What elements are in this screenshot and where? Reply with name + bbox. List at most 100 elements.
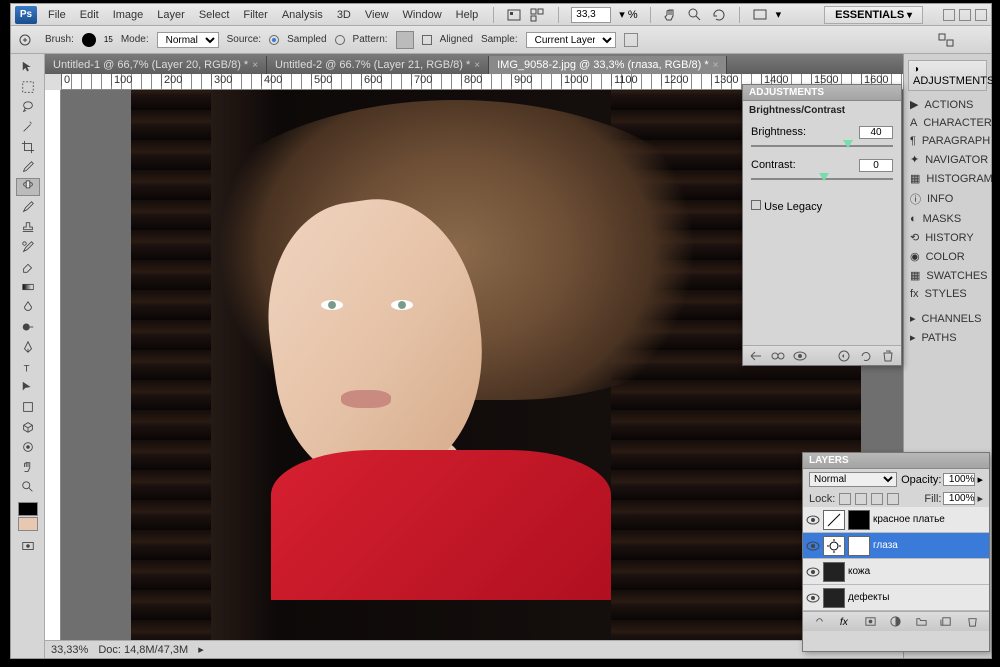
menu-edit[interactable]: Edit — [77, 7, 102, 23]
adjustments-expand[interactable]: ◑ ADJUSTMENTS — [908, 60, 987, 91]
maximize-button[interactable] — [959, 9, 971, 21]
aligned-checkbox[interactable] — [422, 35, 432, 45]
layer-name[interactable]: красное платье — [873, 514, 986, 525]
dock-item-color[interactable]: ◉COLOR — [904, 247, 991, 266]
zoom-icon[interactable] — [687, 7, 703, 23]
tab-doc-1[interactable]: Untitled-1 @ 66,7% (Layer 20, RGB/8) *× — [45, 56, 267, 74]
menu-image[interactable]: Image — [110, 7, 147, 23]
ps-logo[interactable]: Ps — [15, 6, 37, 24]
contrast-input[interactable] — [859, 159, 893, 172]
bridge-icon[interactable] — [506, 7, 522, 23]
move-tool[interactable] — [16, 58, 40, 76]
path-select-tool[interactable] — [16, 378, 40, 396]
layer-name[interactable]: кожа — [848, 566, 986, 577]
ruler-vertical[interactable] — [45, 90, 61, 640]
menu-help[interactable]: Help — [453, 7, 482, 23]
lasso-tool[interactable] — [16, 98, 40, 116]
lock-all-icon[interactable] — [887, 493, 899, 505]
blur-tool[interactable] — [16, 298, 40, 316]
mode-select[interactable]: Normal — [157, 32, 219, 48]
adjustments-tab[interactable]: ADJUSTMENTS — [743, 85, 901, 101]
layer-row[interactable]: кожа — [803, 559, 989, 585]
background-swatch[interactable] — [18, 517, 38, 531]
status-doc[interactable]: Doc: 14,8M/47,3M — [98, 644, 188, 656]
fill-arrow-icon[interactable]: ▸ — [977, 492, 983, 505]
dock-item-swatches[interactable]: ▦SWATCHES — [904, 266, 991, 285]
dock-item-character[interactable]: ACHARACTER — [904, 114, 991, 132]
menu-filter[interactable]: Filter — [240, 7, 270, 23]
dock-item-actions[interactable]: ▶ACTIONS — [904, 95, 991, 114]
lock-paint-icon[interactable] — [855, 493, 867, 505]
dock-item-paragraph[interactable]: ¶PARAGRAPH — [904, 132, 991, 150]
sample-select[interactable]: Current Layer — [526, 32, 616, 48]
hand-tool[interactable] — [16, 458, 40, 476]
menu-view[interactable]: View — [362, 7, 392, 23]
legacy-checkbox[interactable] — [751, 200, 761, 210]
layer-row[interactable]: красное платье — [803, 507, 989, 533]
arrange-icon[interactable] — [530, 7, 546, 23]
menu-file[interactable]: File — [45, 7, 69, 23]
layer-name[interactable]: глаза — [873, 540, 986, 551]
hand-icon[interactable] — [663, 7, 679, 23]
visibility-icon[interactable] — [806, 565, 820, 579]
layer-name[interactable]: дефекты — [848, 592, 986, 603]
layers-tab[interactable]: LAYERS — [803, 453, 989, 469]
tab-doc-2[interactable]: Untitled-2 @ 66.7% (Layer 21, RGB/8) *× — [267, 56, 489, 74]
dock-item-masks[interactable]: ◐MASKS — [904, 210, 991, 228]
tab-doc-3[interactable]: IMG_9058-2.jpg @ 33,3% (глаза, RGB/8) *× — [489, 56, 727, 74]
dock-item-history[interactable]: ⟲HISTORY — [904, 228, 991, 247]
zoom-input[interactable] — [571, 7, 611, 23]
dock-item-histogram[interactable]: ▦HISTOGRAM — [904, 169, 991, 188]
ignore-adj-icon[interactable] — [624, 33, 638, 47]
marquee-tool[interactable] — [16, 78, 40, 96]
layer-row[interactable]: глаза — [803, 533, 989, 559]
previous-icon[interactable] — [837, 349, 851, 363]
quickmask-tool[interactable] — [16, 537, 40, 555]
crop-tool[interactable] — [16, 138, 40, 156]
pattern-radio[interactable] — [335, 35, 345, 45]
sampled-radio[interactable] — [269, 35, 279, 45]
layer-row[interactable]: дефекты — [803, 585, 989, 611]
brush-tool[interactable] — [16, 198, 40, 216]
brightness-input[interactable] — [859, 126, 893, 139]
stamp-tool[interactable] — [16, 218, 40, 236]
menu-window[interactable]: Window — [400, 7, 445, 23]
status-arrow-icon[interactable]: ▸ — [198, 643, 204, 656]
dock-item-info[interactable]: ⓘINFO — [904, 188, 991, 210]
type-tool[interactable]: T — [16, 358, 40, 376]
dock-item-styles[interactable]: fxSTYLES — [904, 285, 991, 303]
contrast-thumb[interactable] — [819, 173, 829, 181]
visibility-icon[interactable] — [806, 539, 820, 553]
lock-trans-icon[interactable] — [839, 493, 851, 505]
eye-icon[interactable] — [793, 349, 807, 363]
wand-tool[interactable] — [16, 118, 40, 136]
blend-mode-select[interactable]: Normal — [809, 472, 897, 487]
screen-mode-icon[interactable] — [752, 7, 768, 23]
healing-brush-tool-icon[interactable] — [17, 31, 37, 49]
reset-icon[interactable] — [859, 349, 873, 363]
status-zoom[interactable]: 33,33% — [51, 644, 88, 656]
eyedropper-tool[interactable] — [16, 158, 40, 176]
rotate-icon[interactable] — [711, 7, 727, 23]
pattern-swatch[interactable] — [396, 31, 414, 49]
menu-analysis[interactable]: Analysis — [279, 7, 326, 23]
menu-3d[interactable]: 3D — [334, 7, 354, 23]
dock-item-navigator[interactable]: ✦NAVIGATOR — [904, 150, 991, 169]
brush-preview[interactable] — [82, 33, 96, 47]
gradient-tool[interactable] — [16, 278, 40, 296]
dock-item-channels[interactable]: ▸CHANNELS — [904, 309, 991, 328]
brightness-slider[interactable] — [751, 145, 893, 147]
shape-tool[interactable] — [16, 398, 40, 416]
menu-select[interactable]: Select — [196, 7, 233, 23]
visibility-icon[interactable] — [806, 513, 820, 527]
close-tab-icon[interactable]: × — [252, 60, 258, 71]
dock-item-paths[interactable]: ▸PATHS — [904, 328, 991, 347]
brightness-thumb[interactable] — [843, 140, 853, 148]
close-tab-icon[interactable]: × — [474, 60, 480, 71]
close-button[interactable] — [975, 9, 987, 21]
close-tab-icon[interactable]: × — [713, 60, 719, 71]
healing-tool[interactable] — [16, 178, 40, 196]
adj-layer-icon[interactable] — [889, 615, 902, 628]
trash-icon[interactable] — [966, 615, 979, 628]
trash-icon[interactable] — [881, 349, 895, 363]
